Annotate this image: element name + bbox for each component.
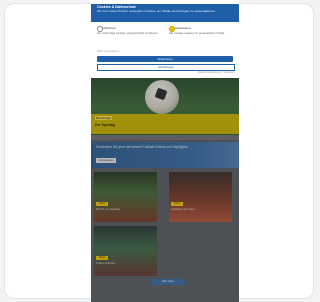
consent-option-description: Nur notwendige Cookies; eingeschränkte F…: [97, 32, 158, 35]
promo-button[interactable]: Jetzt ansehen: [96, 158, 116, 163]
video-caption: Bericht vom Spieltag: [96, 208, 120, 211]
video-caption: Trainer-Interview: [96, 262, 116, 265]
consent-footer-links[interactable]: Datenschutzerklärung · Impressum: [198, 71, 235, 74]
promo-text: Entdecken Sie jetzt die besten Fußball-V…: [96, 145, 188, 149]
hero-banner[interactable]: Bundesliga Der Spieltag: [91, 78, 239, 135]
consent-accept-button[interactable]: Zustimmen: [97, 56, 233, 62]
soccer-ball-image: [145, 80, 179, 114]
video-thumbnail[interactable]: Video Highlights des Tages: [169, 172, 232, 222]
consent-option-label: Ablehnen: [103, 26, 116, 30]
promo-banner[interactable]: Entdecken Sie jetzt die besten Fußball-V…: [91, 142, 239, 168]
hero-title: Der Spieltag: [95, 123, 115, 127]
load-more-button[interactable]: Mehr laden: [151, 279, 185, 285]
webpage-screenshot: Cookies & Datenschutz Wir und unsere Par…: [91, 0, 239, 302]
video-thumbnail[interactable]: Video Trainer-Interview: [94, 226, 157, 276]
video-badge: Video: [96, 256, 108, 260]
video-badge: Video: [171, 202, 183, 206]
consent-option-description: Alle Cookies zulassen für personalisiert…: [169, 32, 225, 35]
page-content: Bundesliga Der Spieltag Entdecken Sie je…: [91, 78, 239, 302]
consent-settings-button[interactable]: Einstellungen: [97, 64, 235, 71]
video-badge: Video: [96, 202, 108, 206]
consent-dialog: Cookies & Datenschutz Wir und unsere Par…: [91, 0, 239, 78]
consent-header: Cookies & Datenschutz Wir und unsere Par…: [91, 4, 239, 22]
consent-option-decline[interactable]: Ablehnen Nur notwendige Cookies; eingesc…: [97, 26, 161, 46]
consent-option-accept[interactable]: Akzeptieren Alle Cookies zulassen für pe…: [169, 26, 233, 46]
divider-strip: [91, 135, 239, 140]
hero-tag: Bundesliga: [95, 116, 112, 120]
consent-body: Wir und unsere Partner verwenden Cookies…: [97, 9, 216, 13]
consent-option-label: Akzeptieren: [175, 26, 191, 30]
video-caption: Highlights des Tages: [171, 208, 195, 211]
consent-info-link[interactable]: Mehr Informationen: [97, 50, 120, 53]
video-thumbnail[interactable]: Video Bericht vom Spieltag: [94, 172, 157, 222]
